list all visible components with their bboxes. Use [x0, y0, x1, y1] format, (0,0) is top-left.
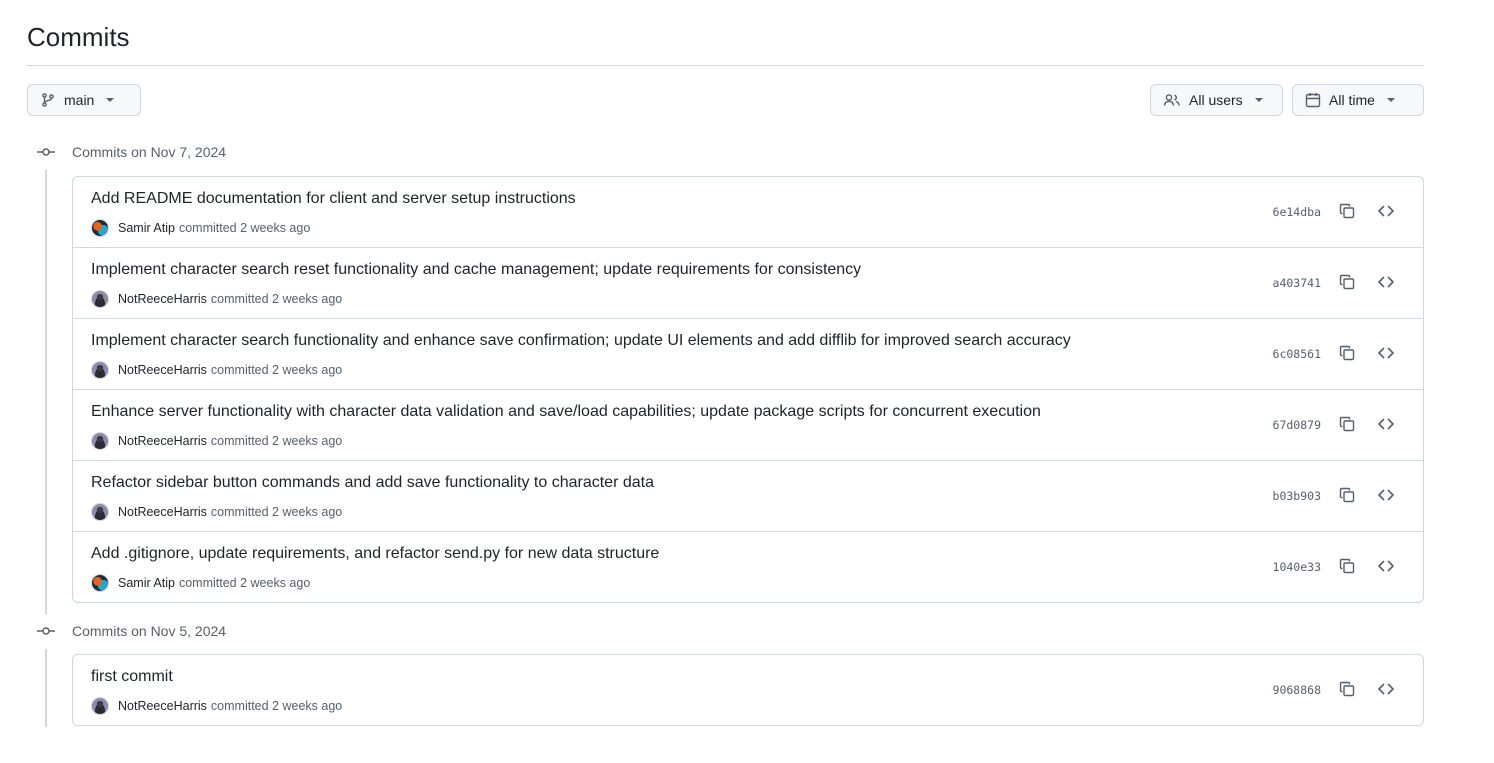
timeline-line: [45, 649, 47, 727]
git-branch-icon: [40, 92, 56, 108]
git-commit-icon: [36, 142, 56, 162]
people-icon: [1163, 92, 1181, 108]
commit-time: committed 2 weeks ago: [178, 576, 311, 590]
commit-sha-link[interactable]: 67d0879: [1273, 418, 1321, 432]
copy-icon[interactable]: [1337, 485, 1357, 505]
chevron-down-icon: [1386, 98, 1395, 102]
avatar[interactable]: [91, 503, 109, 521]
title-divider: [27, 65, 1424, 66]
commit-group-header: Commits on Nov 5, 2024: [36, 621, 226, 641]
commit-author-link[interactable]: NotReeceHarris: [118, 699, 207, 713]
avatar[interactable]: [91, 432, 109, 450]
commit-message-link[interactable]: Enhance server functionality with charac…: [91, 403, 1041, 421]
commit-author-link[interactable]: NotReeceHarris: [118, 292, 207, 306]
commit-message-link[interactable]: Add README documentation for client and …: [91, 190, 576, 208]
commit-list: Add README documentation for client and …: [72, 176, 1424, 603]
time-filter-label: All time: [1329, 92, 1375, 108]
commit-sha-link[interactable]: 1040e33: [1273, 560, 1321, 574]
commit-time: committed 2 weeks ago: [210, 699, 343, 713]
branch-selector-button[interactable]: main: [27, 84, 141, 116]
code-icon[interactable]: [1376, 201, 1396, 221]
commit-time: committed 2 weeks ago: [210, 363, 343, 377]
commit-message-link[interactable]: first commit: [91, 668, 173, 686]
commit-author-link[interactable]: NotReeceHarris: [118, 434, 207, 448]
commit-sha-link[interactable]: 9068868: [1273, 683, 1321, 697]
commit-author-link[interactable]: NotReeceHarris: [118, 505, 207, 519]
commit-sha-link[interactable]: 6c08561: [1273, 347, 1321, 361]
commit-group-header: Commits on Nov 7, 2024: [36, 142, 226, 162]
commit-author-link[interactable]: NotReeceHarris: [118, 363, 207, 377]
code-icon[interactable]: [1376, 485, 1396, 505]
commit-time: committed 2 weeks ago: [178, 221, 311, 235]
commit-meta: NotReeceHarris committed 2 weeks ago: [91, 290, 342, 308]
avatar[interactable]: [91, 290, 109, 308]
commit-meta: NotReeceHarris committed 2 weeks ago: [91, 361, 342, 379]
time-filter-button[interactable]: All time: [1292, 84, 1424, 116]
chevron-down-icon: [1254, 98, 1263, 102]
commit-time: committed 2 weeks ago: [210, 292, 343, 306]
code-icon[interactable]: [1376, 679, 1396, 699]
commit-row: Add README documentation for client and …: [73, 177, 1423, 247]
copy-icon[interactable]: [1337, 343, 1357, 363]
commit-meta: Samir Atip committed 2 weeks ago: [91, 219, 310, 237]
commit-message-link[interactable]: Implement character search functionality…: [91, 332, 1071, 350]
commit-row: Refactor sidebar button commands and add…: [73, 460, 1423, 531]
commit-message-link[interactable]: Implement character search reset functio…: [91, 261, 861, 279]
code-icon[interactable]: [1376, 414, 1396, 434]
users-filter-label: All users: [1189, 92, 1243, 108]
commit-sha-link[interactable]: a403741: [1273, 276, 1321, 290]
avatar[interactable]: [91, 574, 109, 592]
code-icon[interactable]: [1376, 272, 1396, 292]
commit-author-link[interactable]: Samir Atip: [118, 221, 175, 235]
commit-row: Enhance server functionality with charac…: [73, 389, 1423, 460]
commit-time: committed 2 weeks ago: [210, 505, 343, 519]
commit-group-title: Commits on Nov 5, 2024: [72, 623, 227, 639]
commit-meta: Samir Atip committed 2 weeks ago: [91, 574, 310, 592]
commit-group-title: Commits on Nov 7, 2024: [72, 144, 227, 160]
calendar-icon: [1305, 92, 1321, 108]
copy-icon[interactable]: [1337, 679, 1357, 699]
copy-icon[interactable]: [1337, 272, 1357, 292]
commit-sha-link[interactable]: 6e14dba: [1273, 205, 1321, 219]
commit-meta: NotReeceHarris committed 2 weeks ago: [91, 697, 342, 715]
commit-message-link[interactable]: Add .gitignore, update requirements, and…: [91, 545, 659, 563]
copy-icon[interactable]: [1337, 201, 1357, 221]
timeline-line: [45, 170, 47, 614]
commit-row: first commit NotReeceHarris committed 2 …: [73, 655, 1423, 725]
commit-time: committed 2 weeks ago: [210, 434, 343, 448]
page-title: Commits: [27, 22, 130, 52]
commit-list: first commit NotReeceHarris committed 2 …: [72, 654, 1424, 726]
commit-row: Add .gitignore, update requirements, and…: [73, 531, 1423, 602]
commit-sha-link[interactable]: b03b903: [1273, 489, 1321, 503]
avatar[interactable]: [91, 697, 109, 715]
avatar[interactable]: [91, 361, 109, 379]
git-commit-icon: [36, 621, 56, 641]
code-icon[interactable]: [1376, 343, 1396, 363]
copy-icon[interactable]: [1337, 414, 1357, 434]
commit-meta: NotReeceHarris committed 2 weeks ago: [91, 432, 342, 450]
commit-author-link[interactable]: Samir Atip: [118, 576, 175, 590]
commit-message-link[interactable]: Refactor sidebar button commands and add…: [91, 474, 654, 492]
avatar[interactable]: [91, 219, 109, 237]
commit-meta: NotReeceHarris committed 2 weeks ago: [91, 503, 342, 521]
code-icon[interactable]: [1376, 556, 1396, 576]
commit-row: Implement character search reset functio…: [73, 247, 1423, 318]
users-filter-button[interactable]: All users: [1150, 84, 1283, 116]
branch-label: main: [64, 92, 95, 108]
copy-icon[interactable]: [1337, 556, 1357, 576]
commit-row: Implement character search functionality…: [73, 318, 1423, 389]
chevron-down-icon: [106, 98, 115, 102]
